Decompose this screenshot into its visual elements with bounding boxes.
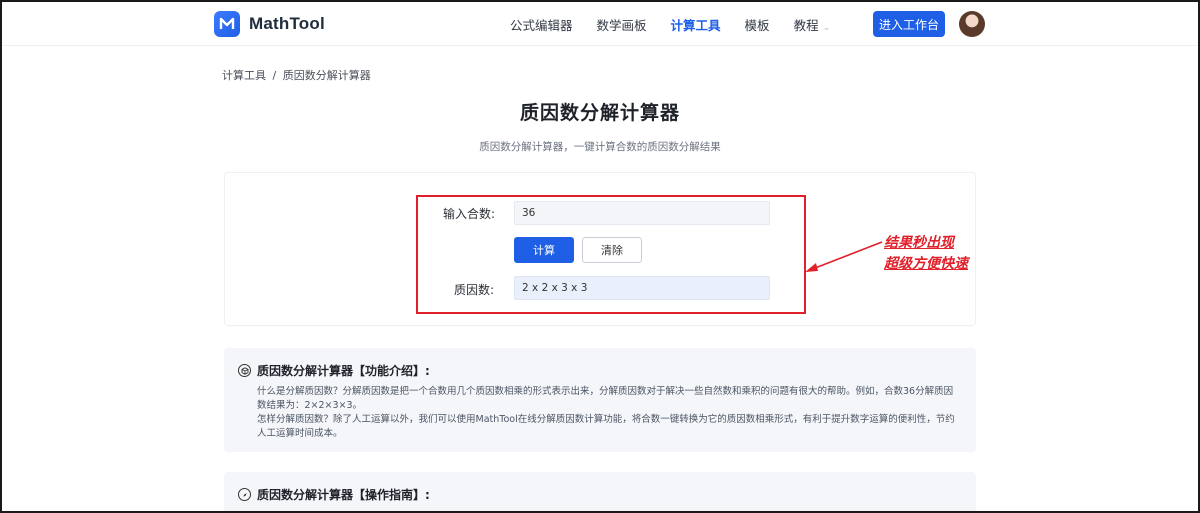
breadcrumb-separator: /: [272, 69, 277, 82]
section-title: 质因数分解计算器【操作指南】:: [257, 488, 430, 502]
page-subtitle: 质因数分解计算器，一键计算合数的质因数分解结果: [479, 141, 721, 153]
operation-guide-section: 质因数分解计算器【操作指南】:: [224, 472, 976, 511]
prime-factors-output: 2 x 2 x 3 x 3: [514, 276, 770, 300]
top-navbar: MathTool 公式编辑器 数学画板 计算工具 模板 教程 ⌄ 进入工作台: [2, 2, 1198, 46]
cube-icon: [238, 364, 251, 377]
page-title: 质因数分解计算器: [519, 102, 680, 124]
annotation-text: 结果秒出现 超级方便快速: [884, 233, 968, 275]
annotation-arrow-icon: [805, 241, 883, 272]
feature-intro-section: 质因数分解计算器【功能介绍】: 什么是分解质因数？分解质因数是把一个合数用几个质…: [224, 348, 976, 452]
brand-logo[interactable]: MathTool: [214, 11, 325, 37]
nav-formula-editor[interactable]: 公式编辑器: [510, 15, 573, 34]
breadcrumb-link-calc-tools[interactable]: 计算工具: [222, 69, 266, 82]
composite-number-input[interactable]: 36: [514, 201, 770, 225]
section-paragraph: 怎样分解质因数？除了人工运算以外，我们可以使用MathTool在线分解质因数计算…: [257, 414, 955, 439]
nav-tutorials[interactable]: 教程 ⌄: [794, 15, 831, 34]
section-header: 质因数分解计算器【功能介绍】:: [238, 362, 430, 379]
nav-calc-tools[interactable]: 计算工具: [671, 15, 721, 34]
nav-templates[interactable]: 模板: [745, 15, 770, 34]
mathtool-logo-icon: [214, 11, 240, 37]
nav-math-board[interactable]: 数学画板: [597, 15, 647, 34]
clear-button[interactable]: 清除: [582, 237, 642, 263]
nav-tutorials-label: 教程: [793, 17, 819, 33]
chevron-down-icon: ⌄: [822, 22, 831, 33]
section-header: 质因数分解计算器【操作指南】:: [238, 486, 430, 503]
annotation-line-1: 结果秒出现: [884, 235, 954, 251]
brand-name: MathTool: [249, 14, 325, 33]
section-paragraph: 什么是分解质因数？分解质因数是把一个合数用几个质因数相乘的形式表示出来，分解质因…: [257, 386, 954, 411]
section-title: 质因数分解计算器【功能介绍】:: [257, 364, 430, 378]
user-avatar-icon[interactable]: [959, 11, 985, 37]
section-body: 什么是分解质因数？分解质因数是把一个合数用几个质因数相乘的形式表示出来，分解质因…: [257, 385, 957, 441]
browser-viewport: MathTool 公式编辑器 数学画板 计算工具 模板 教程 ⌄ 进入工作台 计算…: [2, 2, 1198, 511]
input-label: 输入合数:: [443, 207, 496, 221]
calculate-button[interactable]: 计算: [514, 237, 574, 263]
breadcrumb-current: 质因数分解计算器: [282, 69, 371, 82]
breadcrumb: 计算工具 / 质因数分解计算器: [222, 67, 374, 83]
annotation-line-2: 超级方便快速: [884, 256, 968, 272]
result-label: 质因数:: [454, 283, 495, 297]
main-nav: 公式编辑器 数学画板 计算工具 模板 教程 ⌄: [510, 2, 854, 46]
enter-workspace-button[interactable]: 进入工作台: [873, 11, 945, 37]
compass-icon: [238, 488, 251, 501]
